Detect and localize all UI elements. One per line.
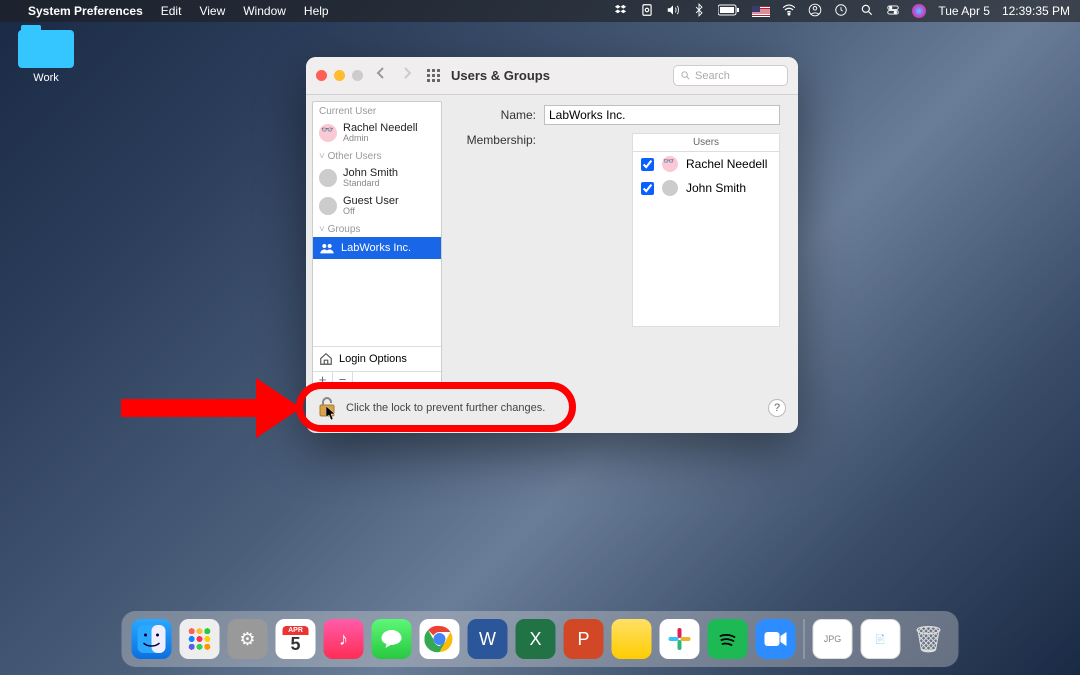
member-name: John Smith [686, 181, 746, 195]
dock-app-launchpad[interactable] [180, 619, 220, 659]
member-name: Rachel Needell [686, 157, 767, 171]
dock-app-zoom[interactable] [756, 619, 796, 659]
lock-text: Click the lock to prevent further change… [346, 402, 545, 414]
add-button[interactable]: + [313, 372, 333, 388]
sidebar-group-labworks[interactable]: LabWorks Inc. [313, 237, 441, 259]
menu-window[interactable]: Window [243, 4, 286, 18]
dock-app-calendar[interactable]: APR5 [276, 619, 316, 659]
folder-label: Work [14, 72, 78, 84]
menubar-time[interactable]: 12:39:35 PM [1002, 4, 1070, 18]
help-button[interactable]: ? [768, 399, 786, 417]
forward-button[interactable] [401, 66, 413, 85]
avatar-icon [319, 124, 337, 142]
dock-trash[interactable]: 🗑 [909, 619, 949, 659]
clock-icon[interactable] [834, 3, 848, 20]
sidebar-current-user[interactable]: Rachel NeedellAdmin [313, 119, 441, 147]
folder-icon [18, 30, 74, 68]
member-row[interactable]: John Smith [633, 176, 779, 200]
search-input[interactable]: Search [673, 65, 788, 86]
login-options[interactable]: Login Options [313, 346, 441, 371]
menubar-date[interactable]: Tue Apr 5 [938, 4, 990, 18]
users-groups-window: Users & Groups Search Current User Rache… [306, 57, 798, 433]
login-options-label: Login Options [339, 353, 407, 365]
other-users-header[interactable]: Other Users [313, 147, 441, 164]
member-row[interactable]: Rachel Needell [633, 152, 779, 176]
spotlight-icon[interactable] [860, 3, 874, 20]
titlebar: Users & Groups Search [306, 57, 798, 95]
dock-file[interactable]: 📄 [861, 619, 901, 659]
avatar-icon [662, 180, 678, 196]
member-checkbox[interactable] [641, 158, 654, 171]
dock-app-spotify[interactable] [708, 619, 748, 659]
volume-icon[interactable] [666, 3, 680, 20]
group-name: LabWorks Inc. [341, 242, 411, 254]
bluetooth-icon[interactable] [692, 3, 706, 20]
user-role: Admin [343, 134, 418, 144]
menu-view[interactable]: View [199, 4, 225, 18]
siri-icon[interactable] [912, 4, 926, 18]
name-label: Name: [456, 108, 536, 122]
group-name-input[interactable] [544, 105, 780, 125]
avatar-icon [319, 169, 337, 187]
avatar-icon [662, 156, 678, 172]
battery-icon[interactable] [718, 4, 740, 19]
back-button[interactable] [375, 66, 387, 85]
search-placeholder: Search [695, 70, 730, 82]
membership-label: Membership: [456, 133, 536, 147]
control-center-icon[interactable] [886, 3, 900, 20]
dock-app-excel[interactable]: X [516, 619, 556, 659]
current-user-header: Current User [313, 102, 441, 119]
lockbar: Click the lock to prevent further change… [306, 389, 798, 433]
dock: ⚙︎ APR5 ♪ W X P JPG 📄 🗑 [122, 611, 959, 667]
dock-app-powerpoint[interactable]: P [564, 619, 604, 659]
menu-edit[interactable]: Edit [161, 4, 182, 18]
dock-app-chrome[interactable] [420, 619, 460, 659]
menu-help[interactable]: Help [304, 4, 329, 18]
dock-app-slack[interactable] [660, 619, 700, 659]
dock-file-jpg[interactable]: JPG [813, 619, 853, 659]
groups-header[interactable]: Groups [313, 220, 441, 237]
user-role: Standard [343, 179, 398, 189]
sidebar-user-guest[interactable]: Guest UserOff [313, 192, 441, 220]
close-button[interactable] [316, 70, 327, 81]
traffic-lights [316, 70, 363, 81]
membership-table: Users Rachel Needell John Smith [632, 133, 780, 327]
desktop-folder-work[interactable]: Work [14, 30, 78, 84]
show-all-button[interactable] [427, 69, 441, 83]
wifi-icon[interactable] [782, 3, 796, 20]
users-column-header: Users [633, 134, 779, 152]
users-sidebar: Current User Rachel NeedellAdmin Other U… [312, 101, 442, 389]
backup-icon[interactable] [640, 3, 654, 20]
menubar: System Preferences Edit View Window Help… [0, 0, 1080, 22]
minimize-button[interactable] [334, 70, 345, 81]
user-role: Off [343, 207, 399, 217]
home-icon [319, 352, 333, 366]
member-checkbox[interactable] [641, 182, 654, 195]
lock-icon[interactable] [318, 396, 336, 421]
dock-app-notes[interactable] [612, 619, 652, 659]
sidebar-user-john[interactable]: John SmithStandard [313, 164, 441, 192]
window-title: Users & Groups [451, 68, 550, 83]
dock-app-finder[interactable] [132, 619, 172, 659]
group-icon [319, 242, 335, 254]
input-source-flag-icon[interactable] [752, 6, 770, 17]
user-icon[interactable] [808, 3, 822, 20]
dropbox-icon[interactable] [614, 3, 628, 20]
zoom-button[interactable] [352, 70, 363, 81]
app-menu[interactable]: System Preferences [28, 4, 143, 18]
dock-app-music[interactable]: ♪ [324, 619, 364, 659]
dock-app-word[interactable]: W [468, 619, 508, 659]
dock-app-settings[interactable]: ⚙︎ [228, 619, 268, 659]
avatar-icon [319, 197, 337, 215]
dock-app-messages[interactable] [372, 619, 412, 659]
remove-button[interactable]: − [333, 372, 353, 388]
group-detail-pane: Name: Membership: Users Rachel Needell [442, 95, 798, 389]
annotation-arrow [116, 368, 306, 448]
cursor-icon [326, 406, 336, 420]
dock-separator [804, 619, 805, 659]
